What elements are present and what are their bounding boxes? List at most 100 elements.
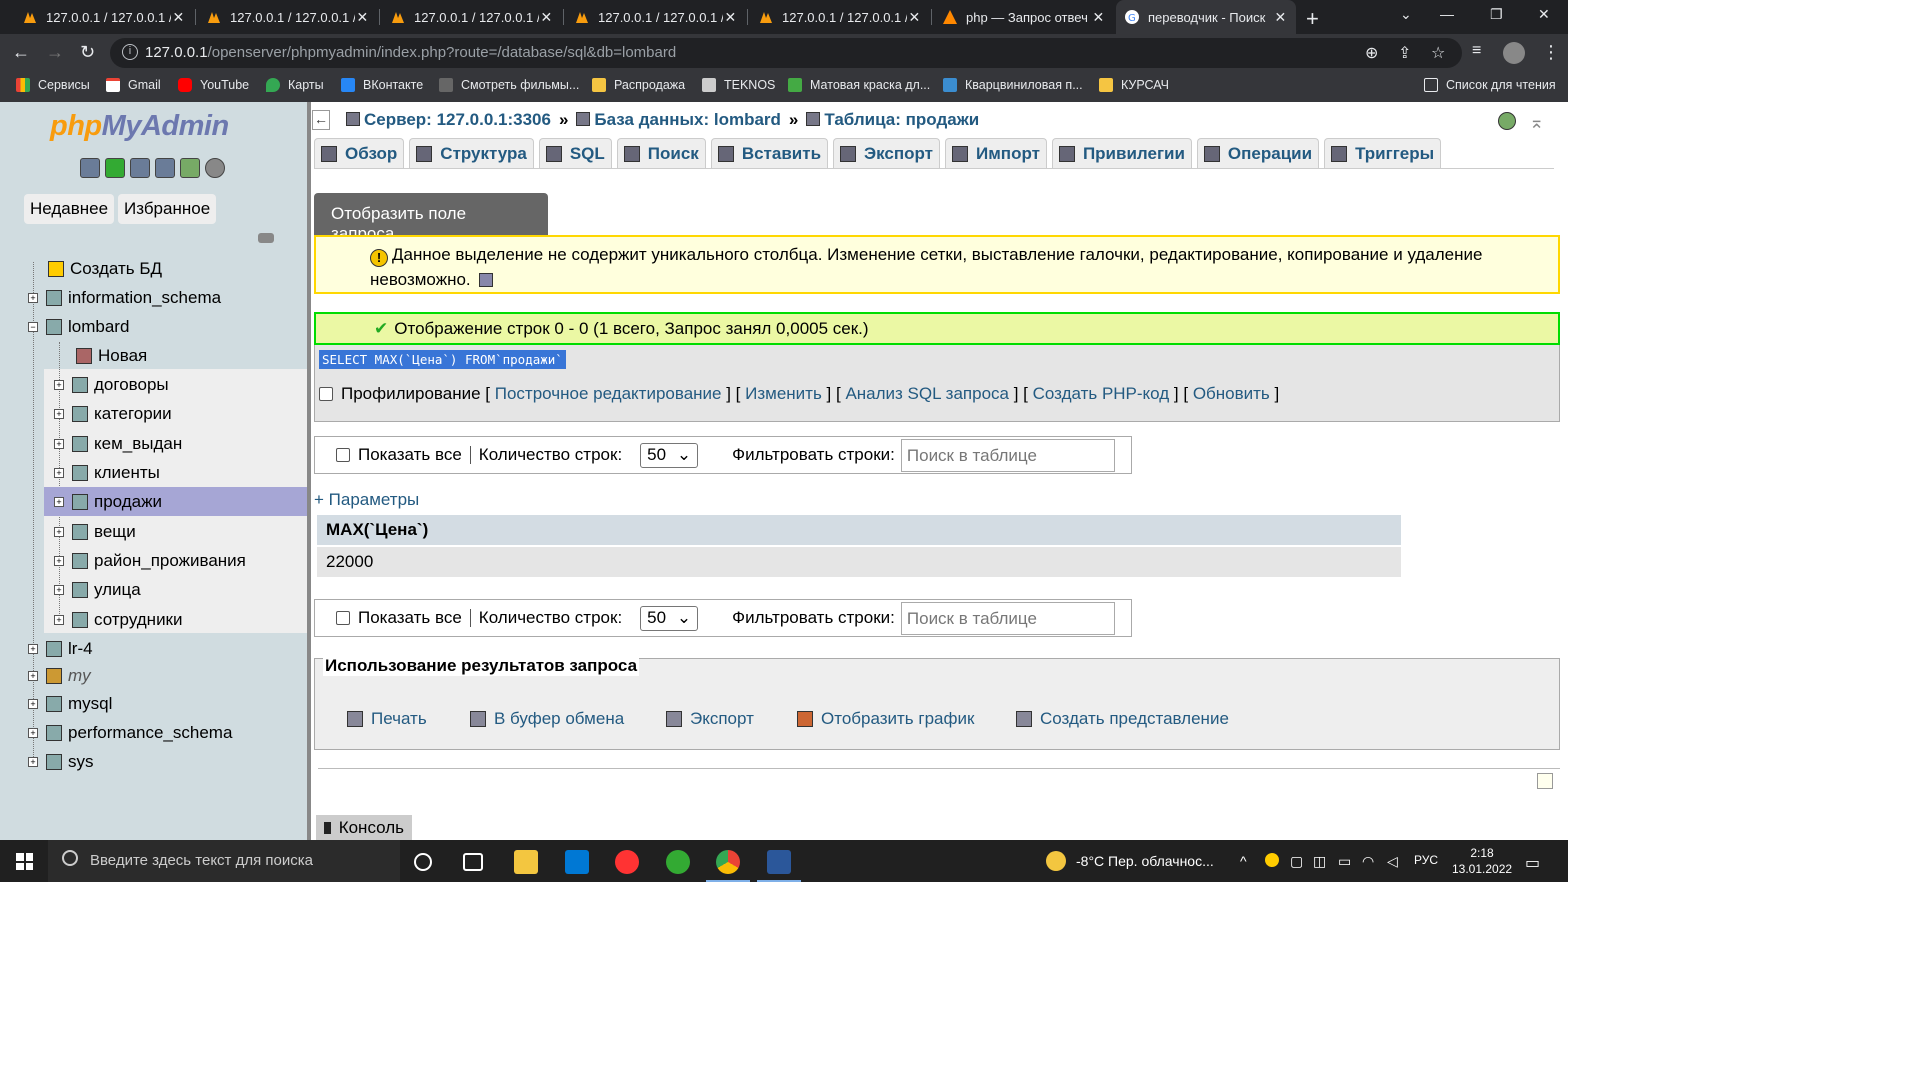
volume-icon[interactable]: ◁ — [1387, 853, 1398, 870]
help-icon[interactable] — [478, 273, 493, 287]
url-text[interactable]: 127.0.0.1/openserver/phpmyadmin/index.ph… — [145, 44, 676, 61]
filter-rows-input[interactable]: Поиск в таблице — [900, 438, 1115, 472]
link-with-main-icon[interactable] — [258, 233, 274, 243]
cortana-icon[interactable] — [414, 853, 432, 871]
table-item[interactable]: + район_проживания — [54, 546, 246, 575]
sql-query-text[interactable]: SELECT MAX(`Цена`) FROM`продажи` — [319, 350, 566, 369]
expand-icon[interactable]: + — [54, 614, 64, 625]
close-tab-icon[interactable]: ✕ — [723, 9, 738, 26]
refresh-link[interactable]: Обновить — [1193, 384, 1270, 404]
clock[interactable]: 2:18 13.01.2022 — [1452, 845, 1512, 877]
bookmark-star-icon[interactable]: ☆ — [1431, 43, 1445, 63]
table-item[interactable]: + улица — [54, 575, 141, 604]
expand-icon[interactable]: + — [54, 496, 64, 507]
tab-search[interactable]: Поиск — [616, 138, 706, 168]
reload-icon[interactable]: ↻ — [80, 42, 95, 63]
expand-icon[interactable]: + — [28, 727, 38, 738]
tab-triggers[interactable]: Триггеры — [1324, 138, 1442, 168]
display-chart-link[interactable]: Отобразить график — [797, 709, 974, 729]
table-item[interactable]: + кем_выдан — [54, 429, 182, 458]
tray-app-icon[interactable] — [1265, 853, 1279, 867]
bookmark-vk[interactable]: ВКонтакте — [341, 78, 423, 92]
panel-resize-handle[interactable] — [307, 102, 311, 840]
browser-tab-active[interactable]: Gпереводчик - Поиск ✕ — [1116, 0, 1296, 34]
filter-rows-input[interactable]: Поиск в таблице — [900, 601, 1115, 635]
bookmark-movies[interactable]: Смотреть фильмы... — [439, 78, 579, 92]
expand-icon[interactable]: + — [28, 756, 38, 767]
table-item[interactable]: + сотрудники — [54, 605, 183, 634]
expand-icon[interactable]: + — [28, 292, 38, 303]
profile-avatar[interactable] — [1503, 42, 1525, 64]
site-info-icon[interactable]: i — [122, 44, 138, 60]
logout-icon[interactable] — [105, 158, 125, 178]
breadcrumb-table[interactable]: Таблица: продажи — [806, 110, 979, 129]
docs-icon[interactable] — [155, 158, 175, 178]
windows-start-icon[interactable] — [16, 853, 33, 870]
tab-structure[interactable]: Структура — [409, 138, 534, 168]
tab-browse[interactable]: Обзор — [314, 138, 405, 168]
expand-icon[interactable]: + — [54, 526, 64, 537]
tab-export[interactable]: Экспорт — [833, 138, 941, 168]
browser-tab[interactable]: php — Запрос отвеч ✕ — [934, 0, 1114, 34]
expand-icon[interactable]: + — [28, 698, 38, 709]
recent-button[interactable]: Недавнее — [24, 194, 115, 224]
bookmark-sale[interactable]: Распродажа — [592, 78, 685, 92]
collapse-icon[interactable]: − — [28, 321, 38, 332]
close-window-icon[interactable]: ✕ — [1538, 6, 1550, 23]
bookmark-quartz[interactable]: Кварцвиниловая п... — [943, 78, 1083, 92]
close-tab-icon[interactable]: ✕ — [1273, 9, 1288, 26]
utorrent-icon[interactable] — [666, 850, 690, 874]
zoom-icon[interactable]: ⊕ — [1365, 43, 1378, 63]
browser-tab[interactable]: 127.0.0.1 / 127.0.0.1 /✕ — [382, 0, 562, 34]
expand-icon[interactable]: + — [54, 379, 64, 390]
create-view-link[interactable]: Создать представление — [1016, 709, 1229, 729]
bookmark-services[interactable]: Сервисы — [16, 78, 90, 92]
bookmark-teknos[interactable]: TEKNOS — [702, 78, 775, 92]
close-tab-icon[interactable]: ✕ — [907, 9, 922, 26]
bookmark-maps[interactable]: Карты — [266, 78, 324, 92]
print-link[interactable]: Печать — [347, 709, 427, 729]
bookmark-kursach[interactable]: КУРСАЧ — [1099, 78, 1169, 92]
tray-device-icon[interactable]: ▢ — [1290, 853, 1303, 870]
scroll-top-icon[interactable]: ⌅ — [1529, 112, 1544, 133]
expand-icon[interactable]: + — [28, 643, 38, 654]
breadcrumb-database[interactable]: База данных: lombard — [576, 110, 781, 129]
options-link[interactable]: + Параметры — [314, 490, 419, 510]
tab-sql[interactable]: SQL — [538, 138, 612, 168]
battery-icon[interactable]: ▭ — [1338, 853, 1351, 870]
result-column-header[interactable]: MAX(`Цена`) — [317, 515, 1401, 545]
db-item[interactable]: + my — [28, 661, 91, 690]
bookmark-youtube[interactable]: YouTube — [178, 78, 249, 92]
table-item[interactable]: + клиенты — [54, 458, 160, 487]
expand-icon[interactable]: + — [54, 555, 64, 566]
breadcrumb-server[interactable]: Сервер: 127.0.0.1:3306 — [346, 110, 551, 129]
table-item-selected[interactable]: + продажи — [44, 487, 307, 516]
new-table-link[interactable]: Новая — [76, 341, 147, 370]
settings-gear-icon[interactable] — [180, 158, 200, 178]
show-query-box-button[interactable]: Отобразить поле запроса — [314, 193, 548, 243]
new-tab-button[interactable]: + — [1306, 6, 1319, 32]
window-dropdown-icon[interactable]: ⌄ — [1400, 6, 1412, 23]
browser-tab[interactable]: 127.0.0.1 / 127.0.0.1 /✕ — [566, 0, 746, 34]
db-item[interactable]: + sys — [28, 747, 94, 776]
expand-icon[interactable]: + — [54, 438, 64, 449]
expand-icon[interactable]: + — [54, 408, 64, 419]
tab-privileges[interactable]: Привилегии — [1051, 138, 1192, 168]
expand-icon[interactable]: + — [54, 467, 64, 478]
db-item[interactable]: + mysql — [28, 689, 112, 718]
create-php-code-link[interactable]: Создать PHP-код — [1033, 384, 1170, 404]
result-cell[interactable]: 22000 — [317, 547, 1401, 577]
bookmark-gmail[interactable]: Gmail — [106, 78, 161, 92]
maximize-icon[interactable]: ❐ — [1490, 6, 1503, 23]
close-tab-icon[interactable]: ✕ — [355, 9, 370, 26]
table-item[interactable]: + категории — [54, 399, 172, 428]
back-icon[interactable]: ← — [12, 42, 30, 63]
rows-per-page-select[interactable]: 50 ⌄ — [640, 605, 699, 631]
home-icon[interactable] — [80, 158, 100, 178]
tray-network-icon[interactable]: ◫ — [1313, 853, 1326, 870]
db-item[interactable]: + information_schema — [28, 283, 221, 312]
tab-operations[interactable]: Операции — [1196, 138, 1320, 168]
collapse-navigation-icon[interactable]: ← — [312, 110, 330, 130]
db-item[interactable]: + performance_schema — [28, 718, 232, 747]
input-language[interactable]: РУС — [1414, 853, 1438, 867]
